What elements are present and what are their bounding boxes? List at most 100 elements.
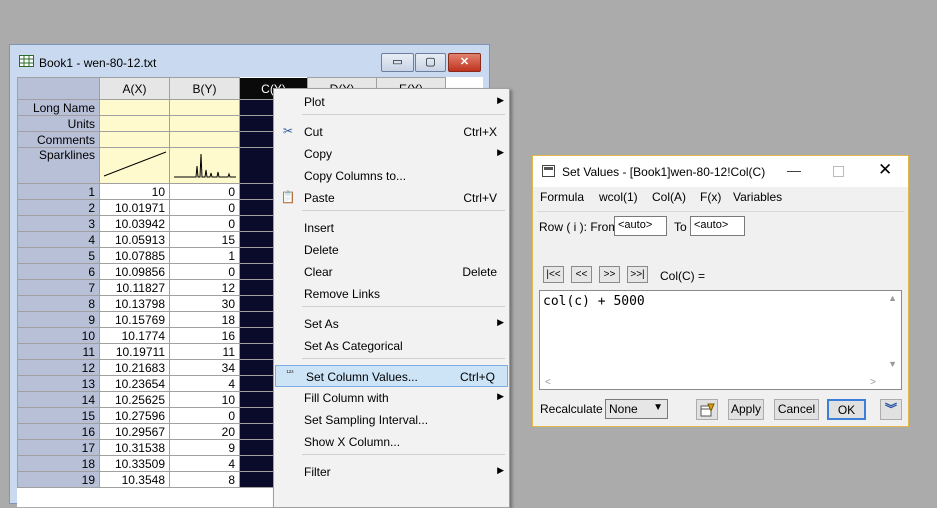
- menu-variables[interactable]: Variables: [733, 190, 782, 204]
- recalculate-select[interactable]: None ▼: [605, 399, 668, 419]
- cell-b[interactable]: 8: [169, 471, 240, 488]
- menu-item-fill-column-with[interactable]: Fill Column with ▶: [274, 387, 509, 409]
- menu-item-paste[interactable]: 📋 Paste Ctrl+V: [274, 187, 509, 209]
- cell-a[interactable]: 10.25625: [99, 391, 170, 408]
- row-number[interactable]: 11: [17, 343, 100, 360]
- row-number[interactable]: 19: [17, 471, 100, 488]
- cell-b[interactable]: 1: [169, 247, 240, 264]
- from-row-input[interactable]: <auto>: [614, 216, 667, 236]
- cell-a[interactable]: 10.01971: [99, 199, 170, 216]
- menu-item-set-as[interactable]: Set As ▶: [274, 313, 509, 335]
- expand-icon[interactable]: ︾: [880, 399, 902, 420]
- to-row-input[interactable]: <auto>: [690, 216, 745, 236]
- cell-b[interactable]: 20: [169, 423, 240, 440]
- cell-a[interactable]: 10.19711: [99, 343, 170, 360]
- maximize-icon[interactable]: [833, 166, 844, 177]
- cell-b[interactable]: 12: [169, 279, 240, 296]
- menu-wcol[interactable]: wcol(1): [599, 190, 638, 204]
- cell-a[interactable]: 10.15769: [99, 311, 170, 328]
- label-cell[interactable]: [169, 115, 240, 132]
- scroll-down-icon[interactable]: ▼: [888, 359, 897, 369]
- cell-b[interactable]: 0: [169, 199, 240, 216]
- column-header-b[interactable]: B(Y): [169, 77, 240, 100]
- sparkline-a[interactable]: [99, 147, 170, 184]
- cell-b[interactable]: 15: [169, 231, 240, 248]
- row-number[interactable]: 5: [17, 247, 100, 264]
- row-number[interactable]: 16: [17, 423, 100, 440]
- dialog-titlebar[interactable]: Set Values - [Book1]wen-80-12!Col(C) — ✕: [533, 156, 908, 187]
- row-number[interactable]: 14: [17, 391, 100, 408]
- cell-b[interactable]: 10: [169, 391, 240, 408]
- corner-cell[interactable]: [17, 77, 100, 100]
- apply-button[interactable]: Apply: [728, 399, 764, 420]
- formula-editor[interactable]: col(c) + 5000 ▲ ▼ < >: [539, 290, 902, 390]
- scroll-right-icon[interactable]: >: [870, 377, 876, 388]
- restore-button[interactable]: ▢: [415, 53, 446, 72]
- row-number[interactable]: 7: [17, 279, 100, 296]
- scroll-left-icon[interactable]: <: [545, 377, 551, 388]
- menu-item-filter[interactable]: Filter ▶: [274, 461, 509, 483]
- formula-helper-button[interactable]: [696, 399, 718, 420]
- menu-col-a[interactable]: Col(A): [652, 190, 686, 204]
- row-number[interactable]: 1: [17, 183, 100, 200]
- cancel-button[interactable]: Cancel: [774, 399, 819, 420]
- menu-item-copy[interactable]: Copy ▶: [274, 143, 509, 165]
- cell-b[interactable]: 0: [169, 263, 240, 280]
- cell-b[interactable]: 0: [169, 183, 240, 200]
- cell-b[interactable]: 18: [169, 311, 240, 328]
- label-cell[interactable]: [99, 131, 170, 148]
- menu-formula[interactable]: Formula: [540, 190, 584, 204]
- cell-b[interactable]: 11: [169, 343, 240, 360]
- cell-b[interactable]: 0: [169, 407, 240, 424]
- row-number[interactable]: 18: [17, 455, 100, 472]
- cell-a[interactable]: 10.03942: [99, 215, 170, 232]
- menu-item-clear[interactable]: Clear Delete: [274, 261, 509, 283]
- set-values-dialog[interactable]: Set Values - [Book1]wen-80-12!Col(C) — ✕…: [532, 155, 909, 427]
- label-comments[interactable]: Comments: [17, 131, 100, 148]
- cell-a[interactable]: 10.27596: [99, 407, 170, 424]
- menu-item-cut[interactable]: ✂ Cut Ctrl+X: [274, 121, 509, 143]
- last-column-button[interactable]: >>|: [627, 266, 648, 283]
- cell-b[interactable]: 9: [169, 439, 240, 456]
- label-cell[interactable]: [99, 115, 170, 132]
- row-number[interactable]: 2: [17, 199, 100, 216]
- cell-a[interactable]: 10: [99, 183, 170, 200]
- label-sparklines[interactable]: Sparklines: [17, 147, 100, 184]
- cell-b[interactable]: 0: [169, 215, 240, 232]
- cell-a[interactable]: 10.13798: [99, 295, 170, 312]
- cell-a[interactable]: 10.3548: [99, 471, 170, 488]
- minimize-button[interactable]: ▭: [381, 53, 414, 72]
- menu-item-plot[interactable]: Plot ▶: [274, 91, 509, 113]
- label-cell[interactable]: [169, 131, 240, 148]
- row-number[interactable]: 13: [17, 375, 100, 392]
- menu-item-set-as-categorical[interactable]: Set As Categorical: [274, 335, 509, 357]
- label-units[interactable]: Units: [17, 115, 100, 132]
- cell-a[interactable]: 10.29567: [99, 423, 170, 440]
- row-number[interactable]: 3: [17, 215, 100, 232]
- cell-a[interactable]: 10.23654: [99, 375, 170, 392]
- row-number[interactable]: 6: [17, 263, 100, 280]
- previous-column-button[interactable]: <<: [571, 266, 592, 283]
- cell-a[interactable]: 10.07885: [99, 247, 170, 264]
- row-number[interactable]: 8: [17, 295, 100, 312]
- row-number[interactable]: 10: [17, 327, 100, 344]
- cell-a[interactable]: 10.21683: [99, 359, 170, 376]
- menu-item-show-x-column[interactable]: Show X Column...: [274, 431, 509, 453]
- cell-b[interactable]: 34: [169, 359, 240, 376]
- column-context-menu[interactable]: Plot ▶ ✂ Cut Ctrl+X Copy ▶ Copy Columns to... 📋 P…: [273, 88, 510, 508]
- label-cell[interactable]: [169, 99, 240, 116]
- sparkline-b[interactable]: [169, 147, 240, 184]
- cell-b[interactable]: 30: [169, 295, 240, 312]
- first-column-button[interactable]: |<<: [543, 266, 564, 283]
- menu-item-copy-columns-to[interactable]: Copy Columns to...: [274, 165, 509, 187]
- label-cell[interactable]: [99, 99, 170, 116]
- menu-fx[interactable]: F(x): [700, 190, 721, 204]
- next-column-button[interactable]: >>: [599, 266, 620, 283]
- close-icon[interactable]: ✕: [878, 160, 892, 180]
- menu-item-set-column-values[interactable]: ¹²³ Set Column Values... Ctrl+Q: [275, 365, 508, 387]
- ok-button[interactable]: OK: [827, 399, 866, 420]
- row-number[interactable]: 15: [17, 407, 100, 424]
- cell-b[interactable]: 4: [169, 375, 240, 392]
- cell-a[interactable]: 10.31538: [99, 439, 170, 456]
- cell-a[interactable]: 10.09856: [99, 263, 170, 280]
